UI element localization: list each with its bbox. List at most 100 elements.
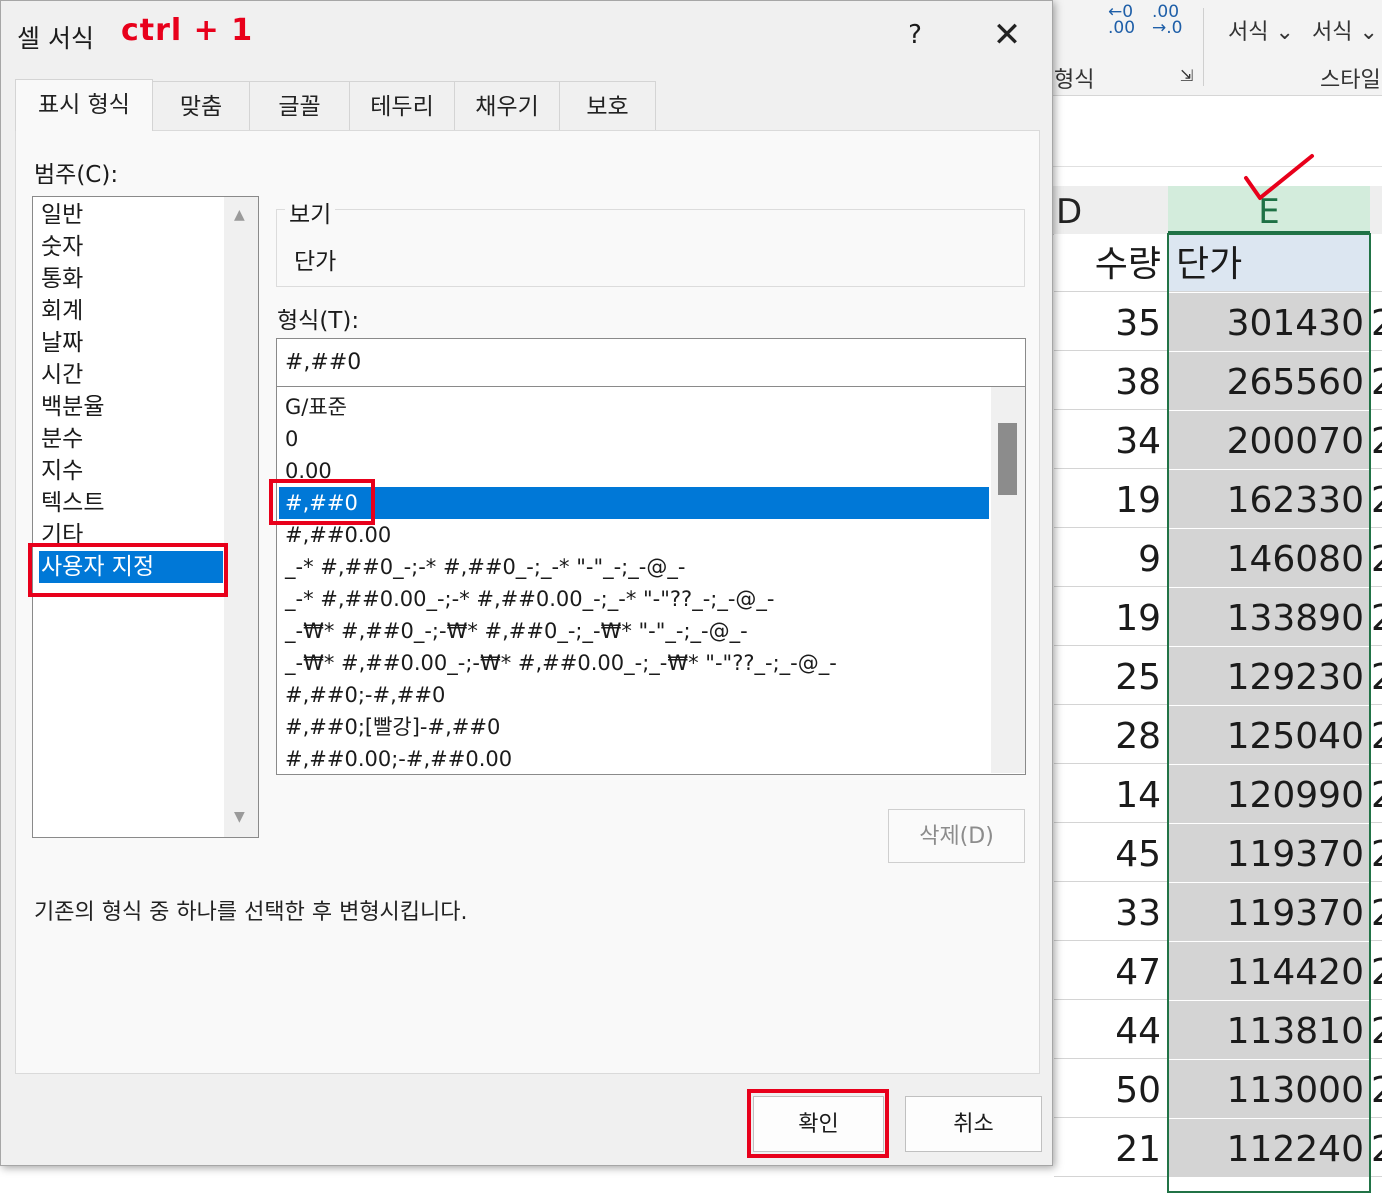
cell-f[interactable]: 2 (1371, 765, 1382, 823)
unit-price-cell[interactable]: 119370 (1168, 883, 1370, 941)
unit-price-cell[interactable]: 301430 (1168, 293, 1370, 351)
tab-fill[interactable]: 채우기 (454, 81, 560, 130)
unit-price-cell[interactable]: 113000 (1168, 1060, 1370, 1118)
cell-f[interactable]: 2 (1371, 293, 1382, 351)
unit-price-cell[interactable]: 133890 (1168, 588, 1370, 646)
category-item[interactable]: 날짜 (39, 327, 223, 359)
unit-price-cell[interactable]: 119370 (1168, 824, 1370, 882)
cell-f[interactable]: 2 (1371, 588, 1382, 646)
tab-number-format[interactable]: 표시 형식 (15, 79, 153, 131)
cell-f[interactable]: 2 (1371, 411, 1382, 469)
tab-protection[interactable]: 보호 (559, 81, 656, 130)
format-item[interactable]: #,##0 (279, 487, 989, 519)
category-item[interactable]: 숫자 (39, 231, 223, 263)
format-item[interactable]: #,##0;-#,##0 (279, 679, 989, 711)
unit-price-cell[interactable]: 112240 (1168, 1119, 1370, 1177)
category-item[interactable]: 회계 (39, 295, 223, 327)
unit-price-cell[interactable]: 120990 (1168, 765, 1370, 823)
tab-font[interactable]: 글꼴 (249, 81, 350, 130)
quantity-cell[interactable]: 25 (1054, 647, 1168, 705)
quantity-cell[interactable]: 28 (1054, 706, 1168, 764)
cell-f[interactable]: 2 (1371, 529, 1382, 587)
format-type-input[interactable]: #,##0 (276, 338, 1026, 387)
format-item[interactable]: 0 (279, 423, 989, 455)
cell-f[interactable]: 2 (1371, 824, 1382, 882)
unit-price-cell[interactable]: 200070 (1168, 411, 1370, 469)
unit-price-cell[interactable]: 125040 (1168, 706, 1370, 764)
category-item[interactable]: 기타 (39, 519, 223, 551)
ok-button[interactable]: 확인 (753, 1096, 884, 1152)
group-style-label: 스타일 (1320, 68, 1381, 93)
format-item[interactable]: _-₩* #,##0_-;-₩* #,##0_-;_-₩* "-"_-;_-@_… (279, 615, 989, 647)
quantity-cell[interactable]: 21 (1054, 1119, 1168, 1177)
category-item[interactable]: 백분율 (39, 391, 223, 423)
quantity-cell[interactable]: 45 (1054, 824, 1168, 882)
quantity-cell[interactable]: 14 (1054, 765, 1168, 823)
format-item[interactable]: 0.00 (279, 455, 989, 487)
cell-f[interactable]: 2 (1371, 647, 1382, 705)
cell-f[interactable]: 2 (1371, 1001, 1382, 1059)
quantity-cell[interactable]: 19 (1054, 588, 1168, 646)
quantity-cell[interactable]: 35 (1054, 293, 1168, 351)
table-format-button[interactable]: 서식 ⌄ (1312, 14, 1378, 46)
category-item[interactable]: 일반 (39, 199, 223, 231)
unit-price-cell[interactable]: 129230 (1168, 647, 1370, 705)
quantity-cell[interactable]: 34 (1054, 411, 1168, 469)
cell-f[interactable]: 2 (1371, 352, 1382, 410)
quantity-cell[interactable]: 38 (1054, 352, 1168, 410)
category-item[interactable]: 지수 (39, 455, 223, 487)
cell-f[interactable]: 2 (1371, 706, 1382, 764)
preview-value: 단가 (294, 249, 337, 275)
cell-f[interactable]: 2 (1371, 883, 1382, 941)
category-item[interactable]: 분수 (39, 423, 223, 455)
quantity-cell[interactable]: 47 (1054, 942, 1168, 1000)
format-item[interactable]: #,##0.00;-#,##0.00 (279, 743, 989, 774)
category-item[interactable]: 시간 (39, 359, 223, 391)
unit-price-cell[interactable]: 146080 (1168, 529, 1370, 587)
cancel-button[interactable]: 취소 (905, 1096, 1042, 1152)
quantity-cell[interactable]: 9 (1054, 529, 1168, 587)
column-header-d[interactable]: D (1056, 186, 1082, 234)
quantity-cell[interactable]: 19 (1054, 470, 1168, 528)
format-scrollbar[interactable] (991, 387, 1025, 773)
decrease-decimal-button[interactable]: ←0.00 (1108, 4, 1135, 37)
category-item[interactable]: 사용자 지정 (39, 551, 223, 583)
quantity-cell[interactable]: 33 (1054, 883, 1168, 941)
format-item[interactable]: #,##0.00 (279, 519, 989, 551)
quantity-cell[interactable]: 44 (1054, 1001, 1168, 1059)
format-item[interactable]: _-* #,##0_-;-* #,##0_-;_-* "-"_-;_-@_- (279, 551, 989, 583)
quantity-cell[interactable]: 50 (1054, 1060, 1168, 1118)
format-list[interactable]: G/표준 0 0.00 #,##0 #,##0.00 _-* #,##0_-;-* #,#… (276, 387, 1026, 775)
dialog-launcher-icon[interactable]: ⇲ (1180, 66, 1193, 85)
category-list[interactable]: 일반 숫자 통화 회계 날짜 시간 백분율 분수 지수 텍스트 기타 사용자 지정 ▲ ▼ (32, 196, 259, 838)
check-annotation-icon (1244, 154, 1314, 200)
format-scroll-thumb[interactable] (998, 423, 1017, 495)
unit-price-cell[interactable]: 162330 (1168, 470, 1370, 528)
header-cell-unit-price[interactable]: 단가 (1168, 234, 1370, 292)
category-item[interactable]: 통화 (39, 263, 223, 295)
scroll-up-icon[interactable]: ▲ (234, 207, 245, 223)
conditional-format-button[interactable]: 서식 ⌄ (1228, 14, 1294, 46)
category-item[interactable]: 텍스트 (39, 487, 223, 519)
scroll-down-icon[interactable]: ▼ (234, 809, 245, 825)
cell-f[interactable]: 2 (1371, 470, 1382, 528)
increase-decimal-button[interactable]: .00 →.0 (1152, 4, 1182, 37)
cell-f[interactable]: 2 (1371, 942, 1382, 1000)
format-item[interactable]: _-₩* #,##0.00_-;-₩* #,##0.00_-;_-₩* "-"?… (279, 647, 989, 679)
unit-price-cell[interactable]: 113810 (1168, 1001, 1370, 1059)
delete-button[interactable]: 삭제(D) (888, 809, 1025, 863)
category-scrollbar[interactable]: ▲ ▼ (224, 197, 258, 837)
format-item[interactable]: _-* #,##0.00_-;-* #,##0.00_-;_-* "-"??_-… (279, 583, 989, 615)
unit-price-cell[interactable]: 265560 (1168, 352, 1370, 410)
header-cell-quantity[interactable]: 수량 (1054, 234, 1168, 292)
cell-f[interactable]: 2 (1371, 1119, 1382, 1177)
format-item[interactable]: G/표준 (279, 391, 989, 423)
cell-f[interactable]: 2 (1371, 1060, 1382, 1118)
format-item[interactable]: #,##0;[빨강]-#,##0 (279, 711, 989, 743)
help-button[interactable]: ? (897, 15, 933, 55)
tab-border[interactable]: 테두리 (349, 81, 455, 130)
cell-f[interactable] (1371, 234, 1382, 292)
unit-price-cell[interactable]: 114420 (1168, 942, 1370, 1000)
tab-alignment[interactable]: 맞춤 (152, 81, 250, 130)
close-button[interactable]: ✕ (985, 15, 1029, 55)
